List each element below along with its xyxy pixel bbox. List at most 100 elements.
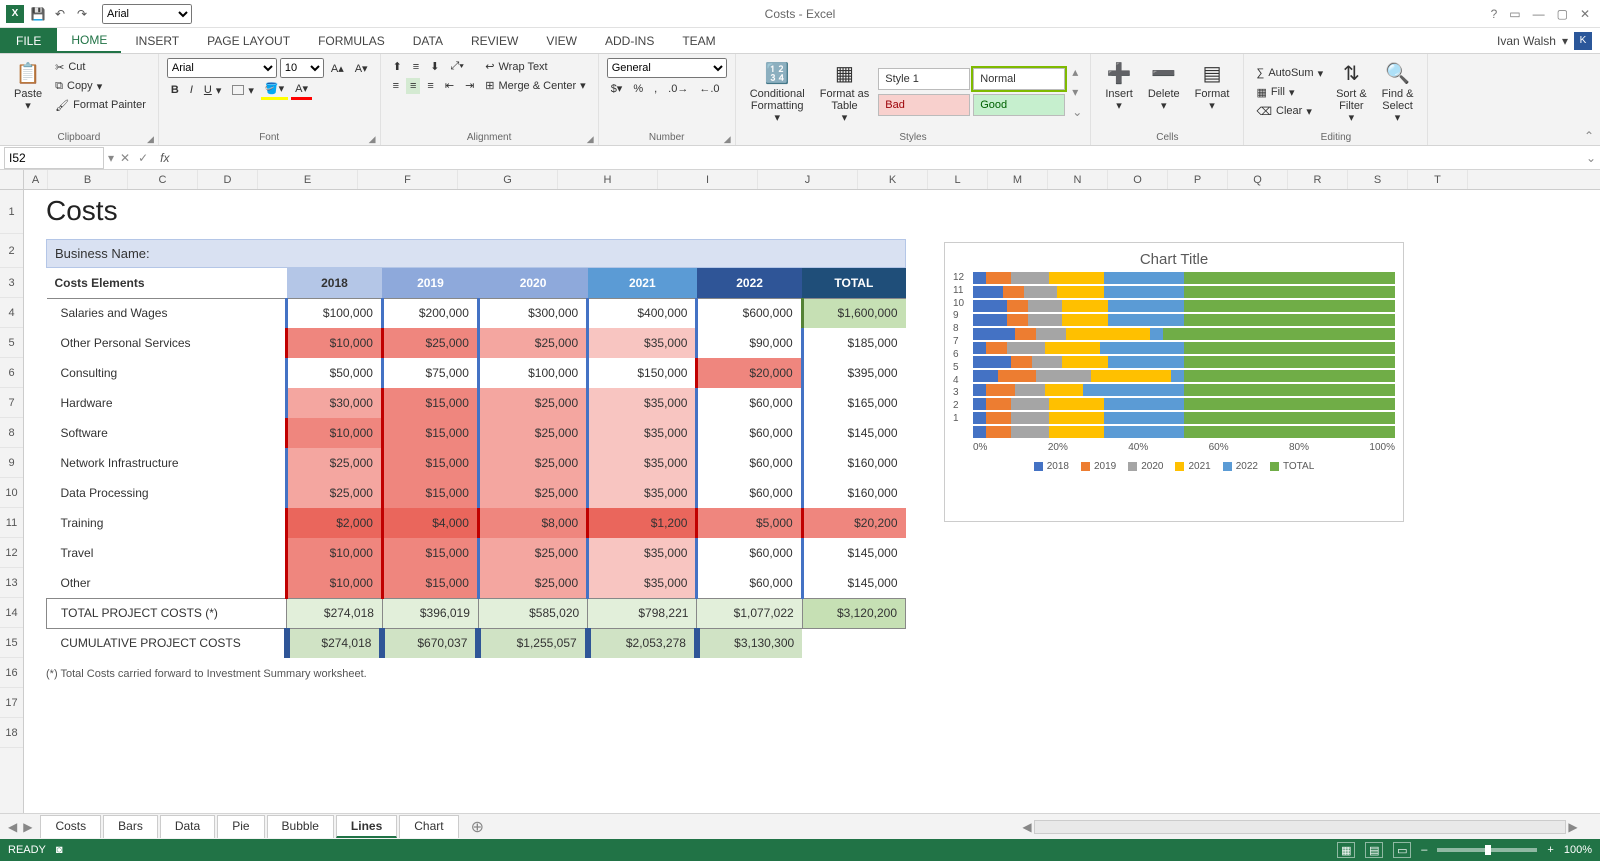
styles-scroll-up-icon[interactable]: ▴ — [1072, 65, 1082, 79]
col-header-C[interactable]: C — [128, 170, 198, 189]
sheet-tab-costs[interactable]: Costs — [40, 815, 101, 838]
row-header-16[interactable]: 16 — [0, 658, 23, 688]
normal-view-icon[interactable]: ▦ — [1337, 842, 1355, 858]
file-tab[interactable]: FILE — [0, 28, 57, 53]
close-icon[interactable]: ✕ — [1580, 7, 1590, 21]
cell[interactable]: $15,000 — [382, 418, 478, 448]
enter-formula-icon[interactable]: ✓ — [138, 151, 148, 165]
add-sheet-button[interactable]: ⊕ — [461, 817, 494, 837]
cell[interactable]: $35,000 — [588, 448, 697, 478]
sheet-tab-chart[interactable]: Chart — [399, 815, 458, 838]
name-box[interactable] — [4, 147, 104, 169]
row-header-5[interactable]: 5 — [0, 328, 23, 358]
total-cell[interactable]: $3,120,200 — [802, 598, 905, 628]
cell[interactable]: $25,000 — [287, 478, 383, 508]
font-size-select[interactable]: 10 — [280, 58, 324, 78]
macro-record-icon[interactable]: ◙ — [56, 844, 63, 856]
cell[interactable]: $165,000 — [802, 388, 905, 418]
bold-button[interactable]: B — [167, 82, 183, 98]
ribbon-tab-add-ins[interactable]: ADD-INS — [591, 28, 668, 53]
row-header-10[interactable]: 10 — [0, 478, 23, 508]
cell[interactable]: $75,000 — [382, 358, 478, 388]
cell[interactable]: $15,000 — [382, 478, 478, 508]
cumulative-cell[interactable]: $2,053,278 — [588, 628, 697, 658]
increase-decimal-icon[interactable]: .0→ — [664, 81, 692, 97]
cell-style-normal[interactable]: Normal — [973, 68, 1065, 90]
row-header-8[interactable]: 8 — [0, 418, 23, 448]
clipboard-launcher-icon[interactable]: ◢ — [147, 134, 154, 145]
cell[interactable]: $35,000 — [588, 568, 697, 598]
cell-style-1[interactable]: Style 1 — [878, 68, 970, 90]
cell[interactable]: $20,000 — [697, 358, 802, 388]
cell[interactable]: $145,000 — [802, 418, 905, 448]
qat-font-select[interactable]: Arial — [102, 4, 192, 24]
cell[interactable]: $35,000 — [588, 328, 697, 358]
row-header-7[interactable]: 7 — [0, 388, 23, 418]
cell[interactable]: $25,000 — [478, 388, 587, 418]
page-break-view-icon[interactable]: ▭ — [1393, 842, 1411, 858]
cell[interactable]: $60,000 — [697, 568, 802, 598]
cell[interactable]: $35,000 — [588, 478, 697, 508]
zoom-level[interactable]: 100% — [1564, 844, 1592, 856]
font-color-button[interactable]: A▾ — [291, 80, 312, 100]
row-header-11[interactable]: 11 — [0, 508, 23, 538]
increase-font-icon[interactable]: A▴ — [327, 60, 348, 77]
total-cell[interactable]: $1,077,022 — [697, 598, 802, 628]
align-right-icon[interactable]: ≡ — [423, 78, 437, 94]
ribbon-tab-home[interactable]: HOME — [57, 28, 121, 53]
cell[interactable]: $185,000 — [802, 328, 905, 358]
format-cells-button[interactable]: ▤Format▾ — [1189, 58, 1236, 114]
cell[interactable]: $25,000 — [478, 448, 587, 478]
col-header-Q[interactable]: Q — [1228, 170, 1288, 189]
sort-filter-button[interactable]: ⇅Sort & Filter▾ — [1330, 58, 1373, 126]
cell[interactable]: $10,000 — [287, 538, 383, 568]
row-header-13[interactable]: 13 — [0, 568, 23, 598]
autosum-button[interactable]: ∑ AutoSum ▾ — [1252, 65, 1327, 82]
row-header-9[interactable]: 9 — [0, 448, 23, 478]
cell[interactable]: $25,000 — [478, 568, 587, 598]
col-header-E[interactable]: E — [258, 170, 358, 189]
font-name-select[interactable]: Arial — [167, 58, 277, 78]
borders-button[interactable]: ▾ — [228, 82, 258, 99]
zoom-slider[interactable] — [1437, 848, 1537, 852]
insert-cells-button[interactable]: ➕Insert▾ — [1099, 58, 1139, 114]
row-header-2[interactable]: 2 — [0, 234, 23, 268]
fill-button[interactable]: ▦ Fill ▾ — [1252, 84, 1327, 101]
cell[interactable]: $60,000 — [697, 448, 802, 478]
cell-style-good[interactable]: Good — [973, 94, 1065, 116]
col-header-K[interactable]: K — [858, 170, 928, 189]
cell[interactable]: $160,000 — [802, 478, 905, 508]
col-header-P[interactable]: P — [1168, 170, 1228, 189]
business-name-row[interactable]: Business Name: — [46, 239, 906, 268]
col-header-M[interactable]: M — [988, 170, 1048, 189]
cell[interactable]: $100,000 — [287, 298, 383, 328]
align-center-icon[interactable]: ≡ — [406, 78, 420, 94]
styles-gallery-icon[interactable]: ⌄ — [1072, 105, 1082, 119]
col-header-A[interactable]: A — [24, 170, 48, 189]
cell[interactable]: $60,000 — [697, 478, 802, 508]
percent-format-icon[interactable]: % — [629, 81, 647, 97]
col-header-L[interactable]: L — [928, 170, 988, 189]
collapse-ribbon-icon[interactable]: ⌃ — [1584, 129, 1594, 143]
col-header-D[interactable]: D — [198, 170, 258, 189]
sheet-tab-lines[interactable]: Lines — [336, 815, 397, 838]
number-launcher-icon[interactable]: ◢ — [724, 134, 731, 145]
cell[interactable]: $400,000 — [588, 298, 697, 328]
sheet-tab-data[interactable]: Data — [160, 815, 215, 838]
cell[interactable]: $15,000 — [382, 538, 478, 568]
cut-button[interactable]: ✂ Cut — [51, 59, 150, 76]
total-cell[interactable]: $396,019 — [382, 598, 478, 628]
align-left-icon[interactable]: ≡ — [389, 78, 403, 94]
cell[interactable]: $300,000 — [478, 298, 587, 328]
cancel-formula-icon[interactable]: ✕ — [120, 151, 130, 165]
ribbon-tab-review[interactable]: REVIEW — [457, 28, 532, 53]
ribbon-options-icon[interactable]: ▭ — [1509, 7, 1520, 21]
cumulative-cell[interactable]: $3,130,300 — [697, 628, 802, 658]
row-header-6[interactable]: 6 — [0, 358, 23, 388]
sheet-tab-bubble[interactable]: Bubble — [267, 815, 334, 838]
fx-icon[interactable]: fx — [156, 151, 173, 165]
cell[interactable]: $145,000 — [802, 538, 905, 568]
ribbon-tab-team[interactable]: TEAM — [668, 28, 729, 53]
row-header-14[interactable]: 14 — [0, 598, 23, 628]
cell[interactable]: $60,000 — [697, 388, 802, 418]
